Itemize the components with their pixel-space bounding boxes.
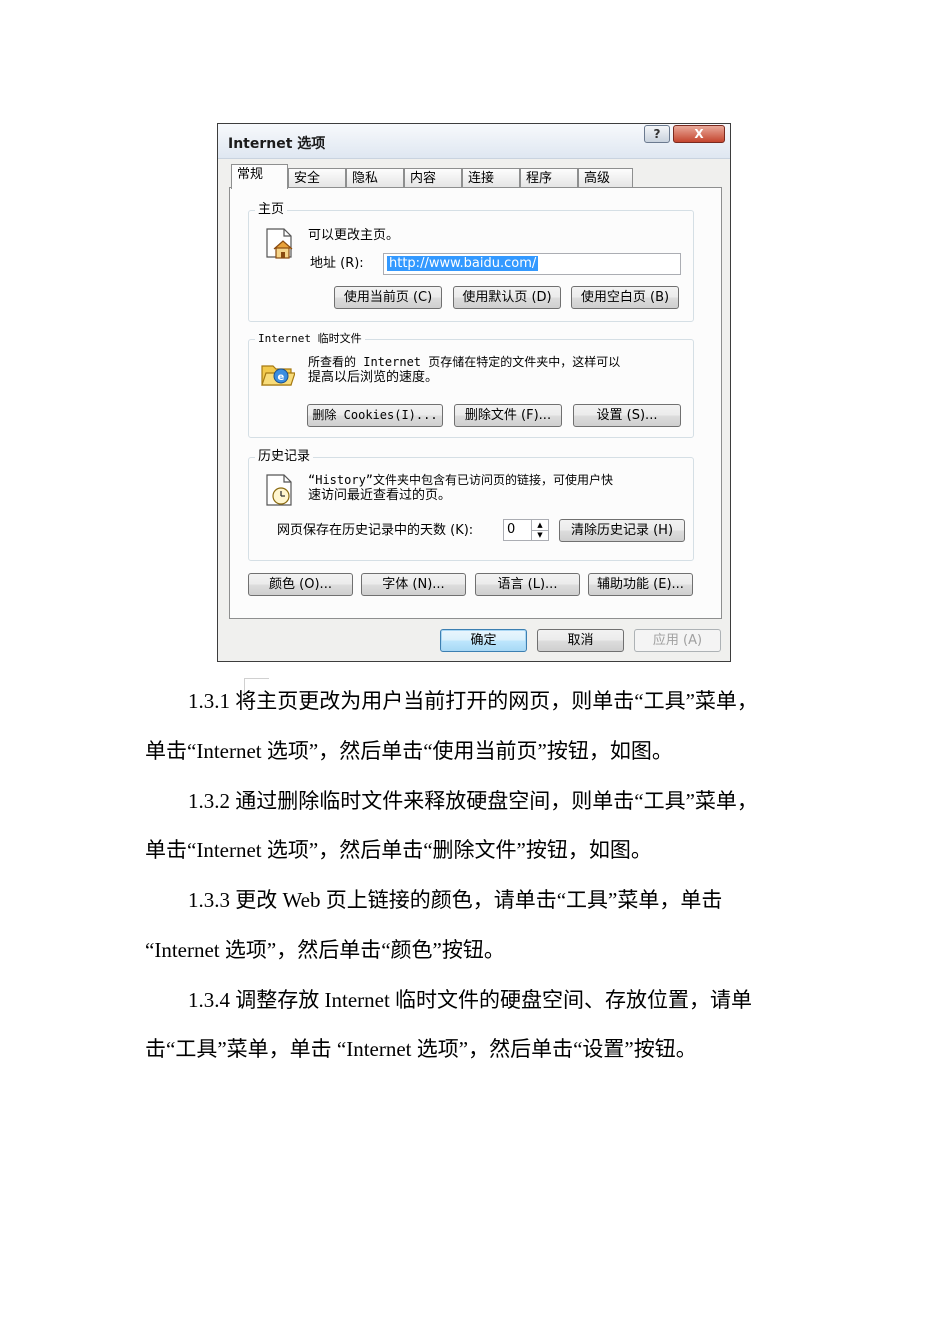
history-description-line1: “History”文件夹中包含有已访问页的链接，可使用户快: [308, 473, 614, 487]
paragraph-1-line-2: 单击“Internet 选项”，然后单击“使用当前页”按钮，如图。: [145, 739, 673, 763]
close-button[interactable]: X: [673, 125, 725, 143]
paragraph-3-line-2: “Internet 选项”，然后单击“颜色”按钮。: [145, 938, 505, 962]
history-group-label: 历史记录: [255, 449, 314, 465]
paragraph-2-line-1: 1.3.2 通过删除临时文件来释放硬盘空间，则单击“工具”菜单，: [188, 789, 758, 813]
homepage-group-label: 主页: [255, 202, 288, 218]
languages-button[interactable]: 语言 (L)...: [475, 573, 580, 596]
history-days-value: 0: [507, 522, 516, 537]
tab-advanced[interactable]: 高级: [578, 168, 633, 188]
title-bar[interactable]: Internet 选项 ? X: [218, 124, 730, 159]
help-icon: ?: [653, 127, 661, 141]
homepage-icon: [266, 228, 293, 259]
homepage-address-field[interactable]: http://www.baidu.com/: [383, 253, 681, 275]
paragraph-4-line-1: 1.3.4 调整存放 Internet 临时文件的硬盘空间、存放位置，请单: [188, 988, 753, 1012]
accessibility-button[interactable]: 辅助功能 (E)...: [588, 573, 693, 596]
colors-button[interactable]: 颜色 (O)...: [248, 573, 353, 596]
internet-options-dialog: Internet 选项 ? X 常规 安全 隐私 内容 连接 程序 高级 主页 …: [217, 123, 731, 662]
paragraph-1-line-1: 1.3.1 将主页更改为用户当前打开的网页，则单击“工具”菜单，: [188, 689, 758, 713]
delete-cookies-button[interactable]: 删除 Cookies(I)...: [307, 404, 443, 427]
folder-ie-icon: e: [261, 365, 295, 386]
use-current-button[interactable]: 使用当前页 (C): [334, 286, 442, 309]
apply-button[interactable]: 应用 (A): [634, 629, 721, 652]
clear-history-button[interactable]: 清除历史记录 (H): [559, 519, 685, 542]
close-icon: X: [694, 127, 704, 141]
tab-general[interactable]: 常规: [231, 164, 288, 189]
help-button[interactable]: ?: [644, 125, 670, 143]
spin-down-icon[interactable]: ▼: [531, 530, 548, 541]
address-label: 地址 (R):: [310, 256, 364, 271]
temp-files-description-line2: 提高以后浏览的速度。: [308, 370, 439, 385]
tab-panel-general: 主页 可以更改主页。 地址 (R): http://www.baidu.com/…: [229, 187, 722, 619]
tab-security[interactable]: 安全: [288, 168, 346, 188]
spin-up-icon[interactable]: ▲: [531, 520, 548, 530]
paragraph-2-line-2: 单击“Internet 选项”，然后单击“删除文件”按钮，如图。: [145, 838, 652, 862]
temp-files-group-label: Internet 临时文件: [255, 331, 365, 347]
cancel-button[interactable]: 取消: [537, 629, 624, 652]
temp-files-group: Internet 临时文件 e 所查看的 Internet 页存储在特定的文件夹…: [248, 331, 694, 438]
history-description-line2: 速访问最近查看过的页。: [308, 488, 452, 503]
fonts-button[interactable]: 字体 (N)...: [361, 573, 466, 596]
temp-files-description-line1: 所查看的 Internet 页存储在特定的文件夹中，这样可以: [308, 355, 621, 369]
tab-connections[interactable]: 连接: [462, 168, 520, 188]
tab-content[interactable]: 内容: [404, 168, 462, 188]
homepage-group: 主页 可以更改主页。 地址 (R): http://www.baidu.com/…: [248, 202, 694, 322]
delete-files-button[interactable]: 删除文件 (F)...: [454, 404, 562, 427]
homepage-address-value: http://www.baidu.com/: [387, 256, 539, 271]
paragraph-3-line-1: 1.3.3 更改 Web 页上链接的颜色，请单击“工具”菜单，单击: [188, 888, 723, 912]
dialog-title: Internet 选项: [228, 136, 326, 152]
history-days-label: 网页保存在历史记录中的天数 (K):: [277, 523, 474, 538]
tab-programs[interactable]: 程序: [520, 168, 578, 188]
history-clock-icon: [266, 474, 292, 506]
history-group: 历史记录 “History”文件夹中包含有已访问页的链接，可使用户快 速访问最近…: [248, 449, 694, 561]
history-days-stepper[interactable]: 0 ▲ ▼: [503, 519, 549, 541]
temp-settings-button[interactable]: 设置 (S)...: [573, 404, 681, 427]
use-default-button[interactable]: 使用默认页 (D): [453, 286, 561, 309]
tab-privacy[interactable]: 隐私: [346, 168, 404, 188]
svg-text:e: e: [278, 372, 285, 383]
ok-button[interactable]: 确定: [440, 629, 527, 652]
homepage-description: 可以更改主页。: [308, 228, 400, 243]
use-blank-button[interactable]: 使用空白页 (B): [571, 286, 679, 309]
paragraph-4-line-2: 击“工具”菜单，单击 “Internet 选项”，然后单击“设置”按钮。: [145, 1037, 697, 1061]
